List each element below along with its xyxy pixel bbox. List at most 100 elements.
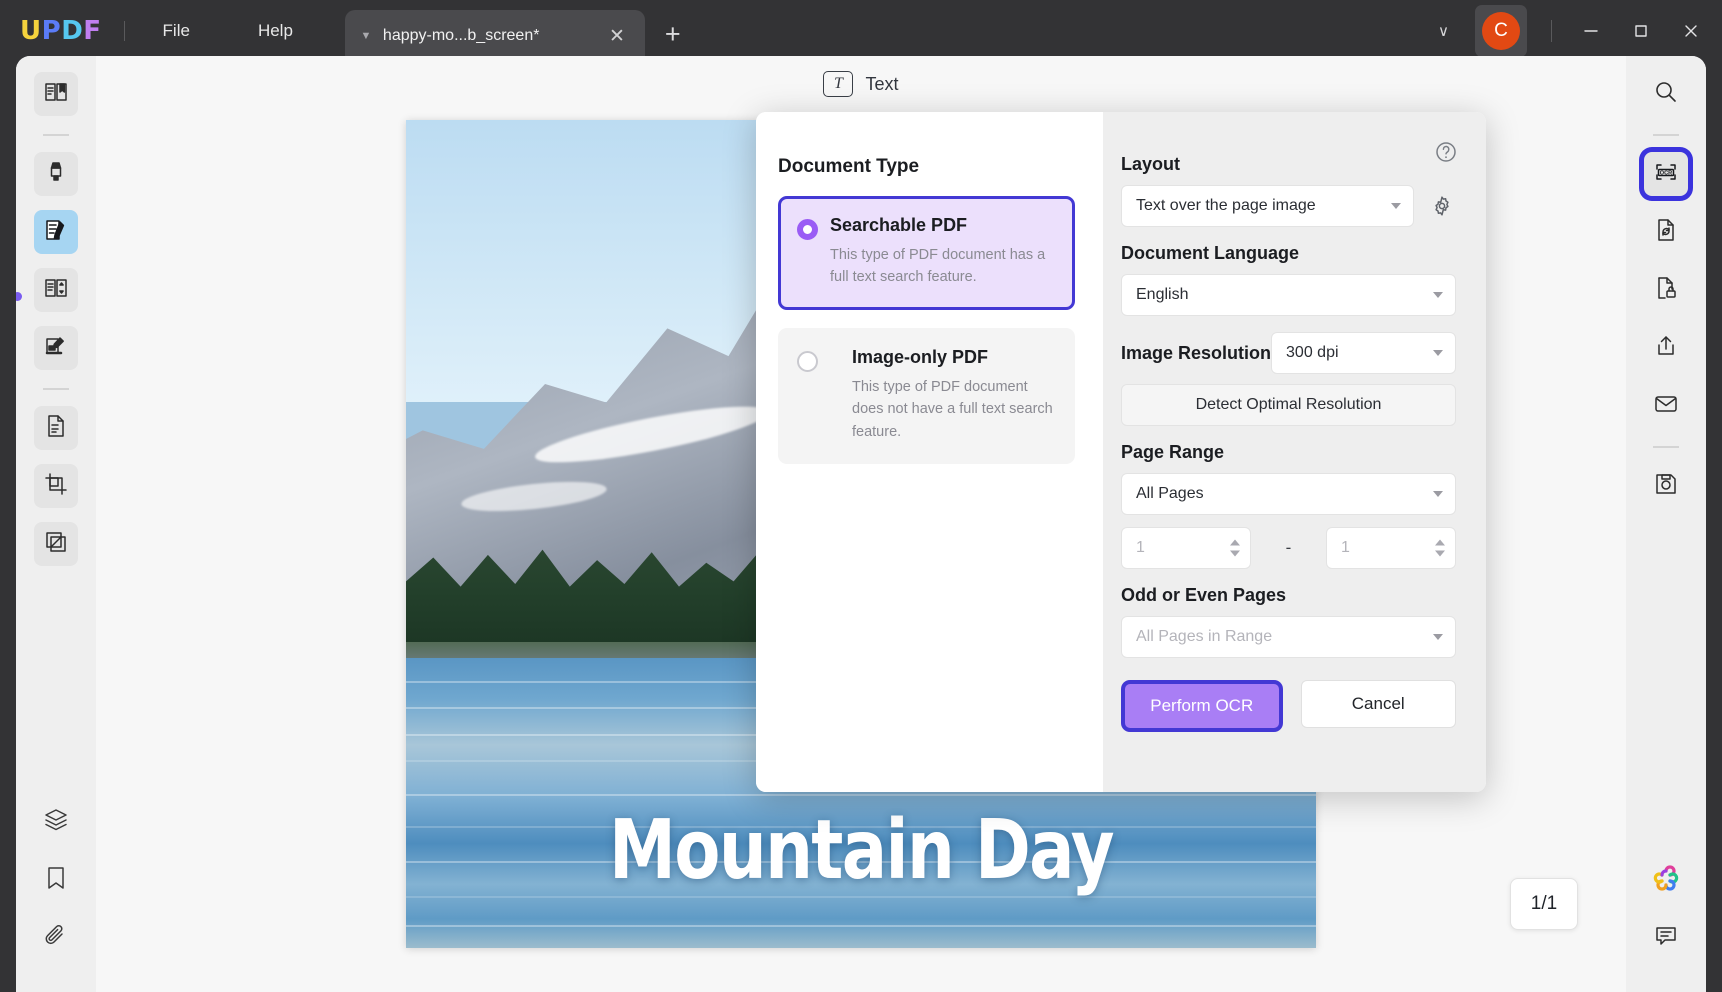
maximize-button[interactable] (1616, 0, 1666, 62)
stepper-up-icon[interactable] (1435, 540, 1445, 546)
option-image-only-pdf-body: Image-only PDF This type of PDF document… (830, 347, 1054, 443)
layout-select[interactable]: Text over the page image (1121, 185, 1414, 227)
sidebar-item-share[interactable] (1644, 326, 1688, 370)
document-toolbar: T Text (96, 56, 1626, 112)
convert-file-icon (1653, 217, 1679, 248)
chevron-down-icon (1433, 491, 1443, 497)
page-indicator[interactable]: 1/1 (1510, 878, 1578, 930)
radio-image-only-pdf[interactable] (797, 351, 818, 372)
page-range-label: Page Range (1121, 442, 1456, 463)
sidebar-item-ai-assistant[interactable] (1644, 858, 1688, 902)
layout-select-value: Text over the page image (1136, 197, 1316, 215)
page-range-select[interactable]: All Pages (1121, 473, 1456, 515)
document-tab[interactable]: ▼ happy-mo...b_screen* ✕ (345, 10, 645, 62)
convert-doc-icon (43, 413, 69, 444)
sidebar-item-comments[interactable] (1644, 916, 1688, 960)
option-image-only-pdf[interactable]: Image-only PDF This type of PDF document… (778, 328, 1075, 464)
logo-letter-f: F (83, 16, 101, 46)
sidebar-item-edit-pdf[interactable] (34, 210, 78, 254)
stepper-down-icon[interactable] (1435, 551, 1445, 557)
text-tool-button[interactable]: T Text (823, 71, 898, 97)
right-rail-separator-2 (1653, 446, 1679, 448)
sidebar-item-protect[interactable] (1644, 268, 1688, 312)
bookmark-icon (43, 865, 69, 896)
sidebar-item-bookmarks[interactable] (34, 858, 78, 902)
title-bar: UPDF File Help ▼ happy-mo...b_screen* ✕ … (0, 0, 1722, 62)
reader-mode-icon (43, 79, 69, 110)
sidebar-item-organize-pages[interactable] (34, 268, 78, 312)
sidebar-item-reader[interactable] (34, 72, 78, 116)
option-searchable-pdf-body: Searchable PDF This type of PDF document… (830, 215, 1054, 289)
avatar: C (1482, 12, 1520, 50)
sidebar-item-ocr[interactable]: OCR (1644, 152, 1688, 196)
help-circle-icon[interactable] (1432, 138, 1460, 166)
menu-help[interactable]: Help (242, 15, 309, 47)
image-resolution-select[interactable]: 300 dpi (1271, 332, 1456, 374)
document-language-select[interactable]: English (1121, 274, 1456, 316)
crop-page-icon (43, 471, 69, 502)
cancel-button[interactable]: Cancel (1301, 680, 1457, 728)
option-image-only-pdf-description: This type of PDF document does not have … (852, 376, 1054, 443)
minimize-button[interactable] (1566, 0, 1616, 62)
document-language-label: Document Language (1121, 243, 1456, 264)
chevron-down-icon (1391, 203, 1401, 209)
sidebar-item-annotate[interactable] (34, 152, 78, 196)
updf-application-window: UPDF File Help ▼ happy-mo...b_screen* ✕ … (0, 0, 1722, 992)
sidebar-item-search[interactable] (1644, 72, 1688, 116)
radio-searchable-pdf[interactable] (797, 219, 818, 240)
range-from-input[interactable]: 1 (1121, 527, 1251, 569)
sidebar-item-convert-file[interactable] (1644, 210, 1688, 254)
option-searchable-pdf[interactable]: Searchable PDF This type of PDF document… (778, 196, 1075, 310)
rail-indicator-dot (16, 292, 22, 301)
logo-letter-d: D (61, 16, 83, 46)
text-tool-label: Text (865, 74, 898, 95)
sidebar-item-attachments[interactable] (34, 916, 78, 960)
stepper-down-icon[interactable] (1230, 551, 1240, 557)
menu-file[interactable]: File (147, 15, 206, 47)
sidebar-item-crop[interactable] (34, 464, 78, 508)
tab-close-icon[interactable]: ✕ (603, 25, 631, 48)
ocr-dialog: Document Type Searchable PDF This type o… (756, 112, 1486, 792)
account-button[interactable]: C (1475, 5, 1527, 57)
range-separator: - (1251, 538, 1326, 558)
sidebar-item-form[interactable] (34, 326, 78, 370)
range-to-input[interactable]: 1 (1326, 527, 1456, 569)
rail-separator-2 (43, 388, 69, 390)
detect-optimal-resolution-button[interactable]: Detect Optimal Resolution (1121, 384, 1456, 426)
share-export-icon (1653, 333, 1679, 364)
sidebar-item-convert[interactable] (34, 406, 78, 450)
chevron-down-icon (1433, 634, 1443, 640)
comment-icon (1653, 923, 1679, 954)
range-to-stepper[interactable] (1435, 540, 1445, 557)
gear-icon[interactable] (1428, 192, 1456, 220)
text-tool-icon: T (823, 71, 853, 97)
stepper-up-icon[interactable] (1230, 540, 1240, 546)
form-edit-icon (43, 333, 69, 364)
ocr-document-type-panel: Document Type Searchable PDF This type o… (756, 112, 1103, 792)
logo-letter-u: U (20, 16, 42, 46)
sidebar-item-save[interactable] (1644, 464, 1688, 508)
sidebar-item-layers[interactable] (34, 800, 78, 844)
option-searchable-pdf-title: Searchable PDF (830, 215, 1054, 236)
sidebar-item-email[interactable] (1644, 384, 1688, 428)
perform-ocr-button[interactable]: Perform OCR (1125, 684, 1279, 728)
compare-icon (43, 529, 69, 560)
email-icon (1653, 391, 1679, 422)
option-image-only-pdf-title: Image-only PDF (852, 347, 1054, 368)
right-rail-separator-1 (1653, 134, 1679, 136)
close-button[interactable] (1666, 0, 1716, 62)
odd-or-even-pages-placeholder: All Pages in Range (1136, 628, 1272, 646)
layout-label: Layout (1121, 154, 1456, 175)
ai-assistant-icon (1651, 863, 1681, 898)
titlebar-divider (124, 21, 125, 41)
titlebar-right-controls: ∨ C (1422, 0, 1722, 62)
titlebar-divider-2 (1551, 20, 1552, 42)
page-range-value: All Pages (1136, 485, 1204, 503)
layout-row: Text over the page image (1121, 185, 1456, 227)
chevron-down-icon[interactable]: ∨ (1422, 12, 1465, 50)
range-from-value: 1 (1136, 539, 1145, 557)
odd-or-even-pages-select[interactable]: All Pages in Range (1121, 616, 1456, 658)
tab-dropdown-caret-icon[interactable]: ▼ (355, 30, 377, 42)
range-from-stepper[interactable] (1230, 540, 1240, 557)
sidebar-item-compare[interactable] (34, 522, 78, 566)
